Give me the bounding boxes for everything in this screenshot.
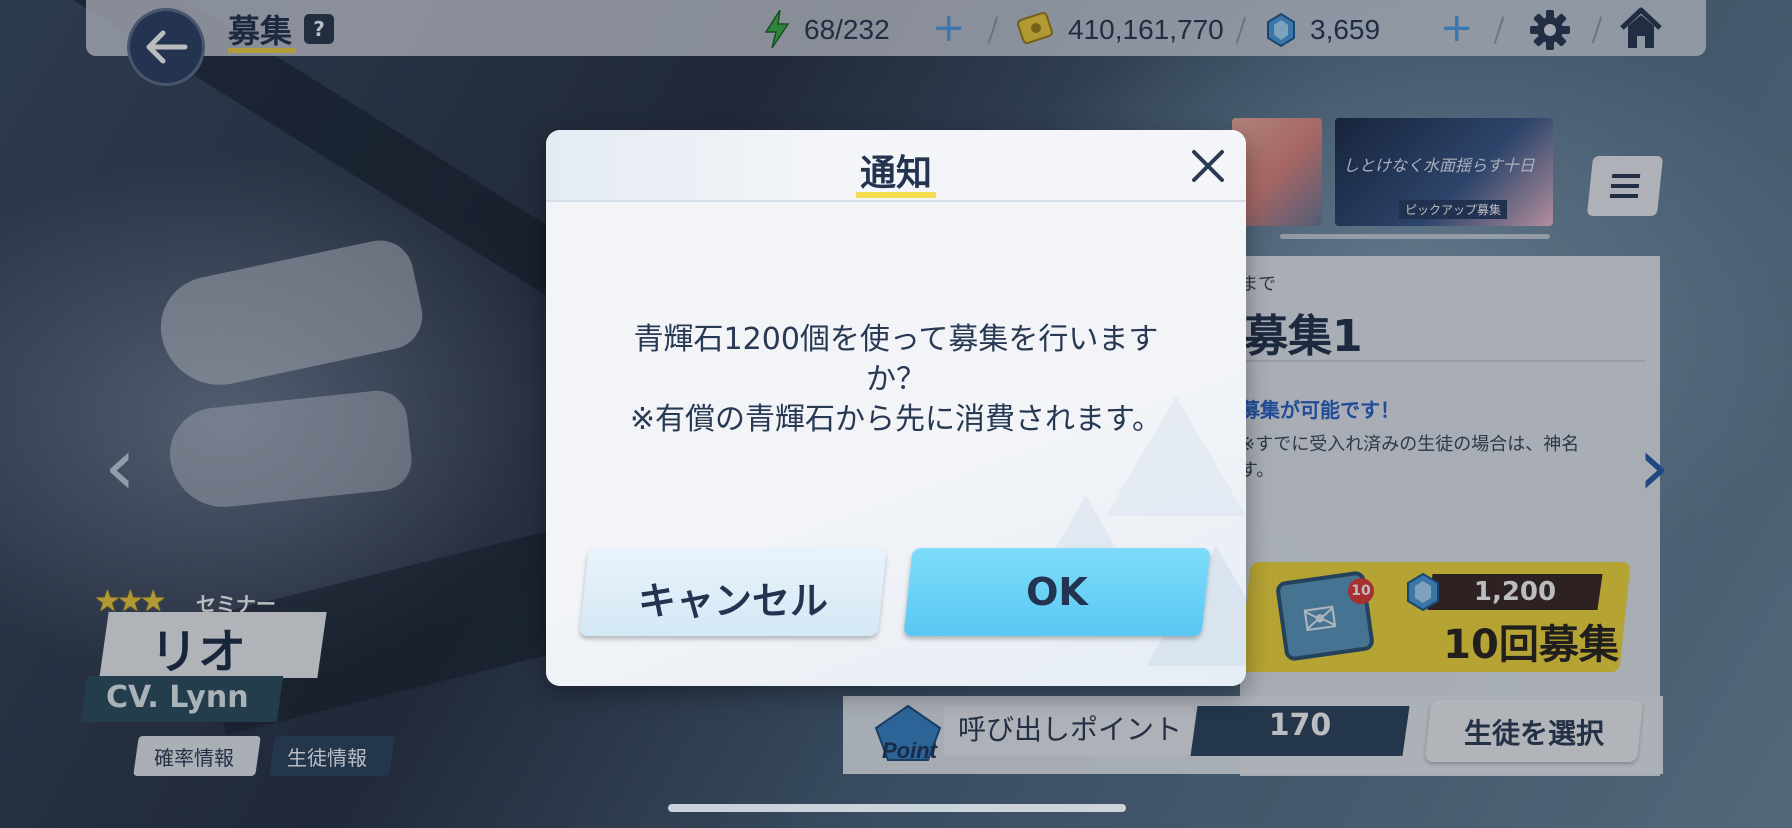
close-icon [1192,150,1224,182]
message-line: か？ [866,362,926,397]
ok-button-label: OK [1026,570,1088,614]
confirm-dialog: 通知 青輝石1200個を使って募集を行います か？ ※有償の青輝石から先に消費さ… [546,130,1246,686]
dialog-message: 青輝石1200個を使って募集を行います か？ ※有償の青輝石から先に消費されます… [586,320,1206,440]
dialog-title-underline [856,192,936,198]
message-line: 青輝石1200個を使って募集を行います [633,322,1159,357]
home-indicator[interactable] [668,804,1126,812]
message-line: ※有償の青輝石から先に消費されます。 [629,402,1163,437]
close-button[interactable] [1186,144,1230,188]
cancel-button-label: キャンセル [637,579,828,623]
dialog-title: 通知 [859,153,932,194]
